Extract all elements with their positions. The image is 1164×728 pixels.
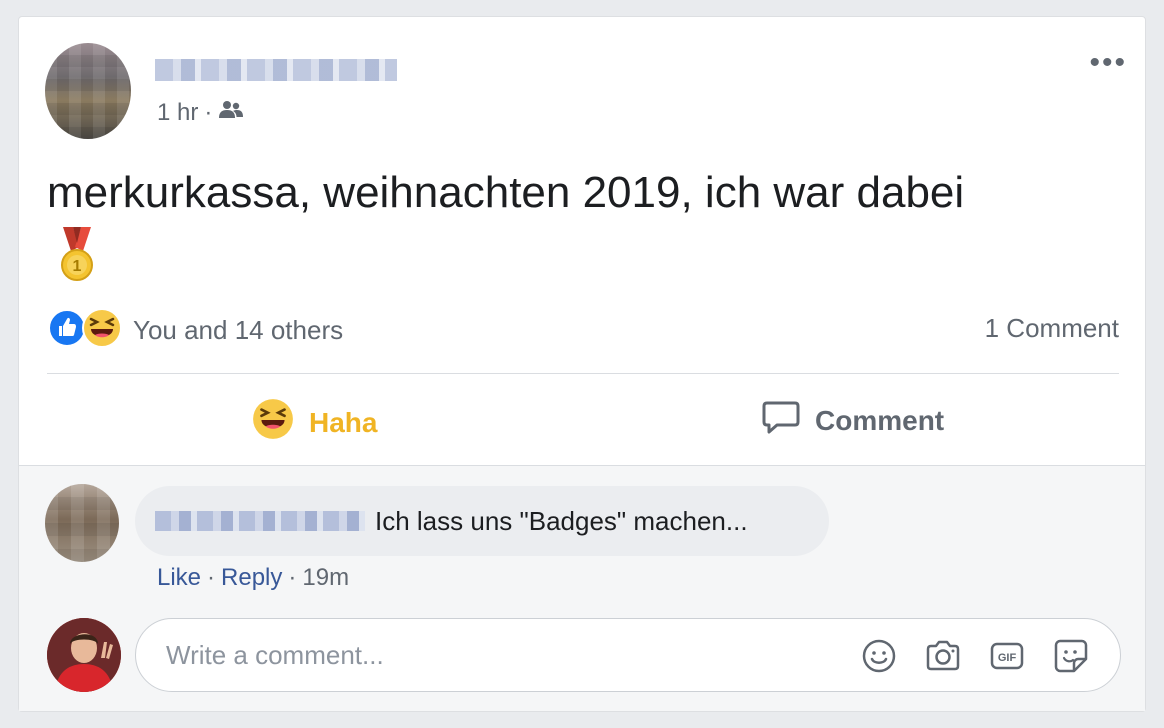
reaction-count[interactable]: You and 14 others (133, 315, 343, 346)
post-time[interactable]: 1 hr (157, 99, 198, 127)
friends-icon[interactable] (218, 99, 244, 127)
first-place-medal-icon: 1 (57, 225, 97, 290)
meta-separator: · (204, 99, 213, 126)
more-options-button[interactable]: ••• (1089, 48, 1127, 78)
comment-input[interactable] (164, 638, 768, 672)
comment-icon (761, 397, 801, 444)
haha-label: Haha (309, 406, 378, 438)
comment-composer[interactable]: GIF (135, 618, 1121, 692)
author-avatar[interactable] (45, 43, 131, 139)
sticker-icon[interactable] (1052, 637, 1090, 675)
post-text: merkurkassa, weihnachten 2019, ich war d… (47, 168, 965, 217)
divider (47, 373, 1119, 374)
post-card: 1 hr · ••• merkurkassa, weihnachten 2019… (18, 16, 1146, 712)
comment-bubble: Ich lass uns "Badges" machen... (135, 486, 829, 556)
reaction-summary[interactable]: You and 14 others (47, 307, 343, 354)
comment-count[interactable]: 1 Comment (985, 313, 1119, 344)
haha-icon (251, 397, 295, 448)
commenter-name[interactable] (155, 511, 365, 531)
comment-separator: · (288, 564, 297, 591)
comment-actions: Like · Reply · 19m (157, 564, 349, 592)
emoji-icon[interactable] (860, 637, 898, 675)
comment-text: Ich lass uns "Badges" machen... (375, 505, 748, 536)
svg-text:GIF: GIF (998, 652, 1017, 664)
comment-separator: · (207, 564, 216, 591)
author-name[interactable] (155, 59, 397, 81)
comment-time[interactable]: 19m (302, 564, 349, 592)
svg-text:1: 1 (73, 258, 82, 275)
haha-icon (81, 307, 123, 354)
haha-reaction-button[interactable]: Haha (251, 397, 377, 448)
comment-label: Comment (815, 404, 945, 436)
current-user-avatar[interactable] (47, 618, 121, 692)
gif-icon[interactable]: GIF (988, 637, 1026, 675)
commenter-avatar[interactable] (45, 484, 119, 562)
comment-button[interactable]: Comment (761, 397, 944, 444)
camera-icon[interactable] (924, 637, 962, 675)
post-meta: 1 hr · (157, 99, 244, 127)
composer-icons: GIF (860, 637, 1090, 675)
comment-reply-link[interactable]: Reply (221, 564, 282, 592)
comment-like-link[interactable]: Like (157, 564, 201, 592)
comments-section: Ich lass uns "Badges" machen... Like · R… (19, 466, 1145, 711)
